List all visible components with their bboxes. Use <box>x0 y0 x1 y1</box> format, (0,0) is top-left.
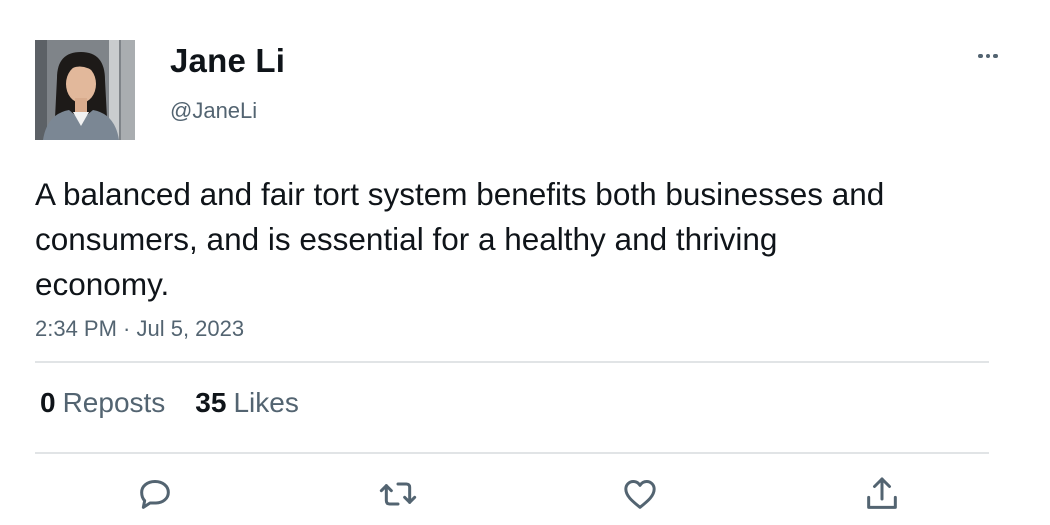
more-options-icon[interactable] <box>966 42 1010 70</box>
engagement-stats: 0 Reposts 35 Likes <box>40 387 329 419</box>
likes-stat[interactable]: 35 Likes <box>195 387 299 419</box>
avatar[interactable] <box>35 40 135 140</box>
author-handle[interactable]: @JaneLi <box>170 98 257 124</box>
likes-count: 35 <box>195 387 227 418</box>
tweet-text: A balanced and fair tort system benefits… <box>35 176 885 302</box>
divider <box>35 452 989 454</box>
action-bar <box>0 472 1050 516</box>
reposts-count: 0 <box>40 387 56 418</box>
share-button[interactable] <box>860 472 904 516</box>
tweet-timestamp[interactable]: 2:34 PM · Jul 5, 2023 <box>35 316 244 342</box>
tweet-card: Jane Li @JaneLi A balanced and fair tort… <box>0 0 1050 525</box>
reposts-stat[interactable]: 0 Reposts <box>40 387 165 419</box>
repost-button[interactable] <box>376 472 420 516</box>
author-display-name[interactable]: Jane Li <box>170 42 285 80</box>
speech-bubble-icon <box>140 480 170 509</box>
avatar-photo <box>35 40 135 140</box>
share-upload-icon <box>867 477 897 509</box>
heart-icon <box>624 480 656 509</box>
reposts-label: Reposts <box>62 387 166 418</box>
reply-button[interactable] <box>133 472 177 516</box>
likes-label: Likes <box>233 387 299 418</box>
divider <box>35 361 989 363</box>
repost-arrows-icon <box>379 482 417 506</box>
like-button[interactable] <box>618 472 662 516</box>
